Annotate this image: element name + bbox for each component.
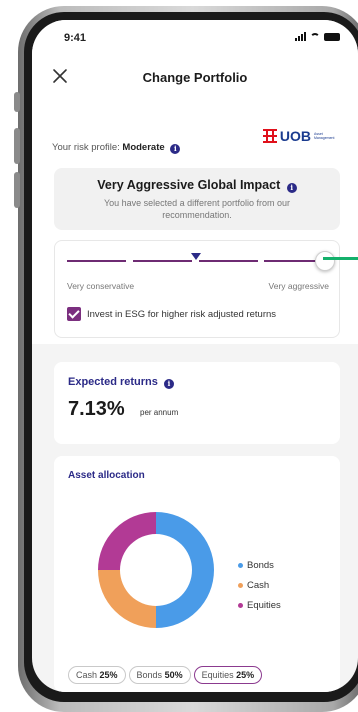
recommended-marker-icon — [191, 253, 201, 260]
risk-profile-label: Your risk profile: — [52, 142, 120, 153]
page-title: Change Portfolio — [142, 70, 248, 85]
esg-option-label: Invest in ESG for higher risk adjusted r… — [87, 308, 277, 320]
annotation-connector — [323, 257, 358, 260]
selected-portfolio-card: Very Aggressive Global Impact i You have… — [54, 168, 340, 230]
expected-returns-value: 7.13% — [68, 398, 125, 420]
donut-slice-bonds — [156, 512, 214, 628]
side-button — [14, 128, 20, 164]
legend-item-cash: Cash — [238, 580, 281, 591]
status-icons — [295, 32, 340, 41]
pill-label: Bonds — [136, 670, 165, 680]
allocation-pill-cash[interactable]: Cash 25% — [68, 666, 126, 684]
allocation-pills: Cash 25% Bonds 50% Equities 25% — [68, 666, 263, 684]
pill-label: Equities — [201, 670, 237, 680]
chart-legend: Bonds Cash Equities — [238, 560, 281, 620]
legend-label: Equities — [247, 600, 281, 611]
status-time: 9:41 — [64, 32, 87, 44]
slider-segment — [198, 260, 258, 262]
portfolio-name: Very Aggressive Global Impact i — [54, 178, 340, 193]
legend-dot-icon — [238, 603, 243, 608]
battery-icon — [324, 32, 340, 41]
legend-label: Bonds — [247, 560, 274, 571]
info-icon[interactable]: i — [170, 144, 181, 154]
uob-logo-icon — [262, 129, 277, 143]
legend-item-bonds: Bonds — [238, 560, 281, 571]
wifi-icon — [310, 32, 320, 41]
brand-logo: UOB Asset Management — [262, 128, 336, 144]
expected-returns-title-text: Expected returns — [68, 376, 158, 388]
portfolio-name-text: Very Aggressive Global Impact — [97, 178, 281, 192]
asset-allocation-card: Asset allocation Bonds Cash Equities Cash … — [54, 456, 340, 692]
slider-segment — [67, 260, 127, 262]
risk-slider[interactable] — [67, 251, 335, 271]
esg-option[interactable]: Invest in ESG for higher risk adjusted r… — [67, 307, 276, 321]
allocation-donut-chart — [98, 512, 214, 628]
legend-label: Cash — [247, 580, 270, 591]
side-button — [14, 92, 20, 112]
info-icon[interactable]: i — [163, 379, 174, 389]
brand-subtitle: Asset Management — [314, 132, 335, 140]
risk-profile-value: Moderate — [122, 142, 165, 153]
status-bar: 9:41 — [32, 20, 358, 56]
page-header: Change Portfolio — [32, 56, 358, 100]
side-button — [14, 172, 20, 208]
pill-value: 50% — [164, 670, 183, 680]
info-icon[interactable]: i — [286, 183, 297, 193]
slider-segment — [132, 260, 193, 262]
pill-value: 25% — [236, 670, 255, 680]
expected-returns-unit: per annum — [140, 408, 179, 417]
allocation-pill-equities[interactable]: Equities 25% — [193, 666, 263, 684]
expected-returns-title: Expected returns i — [68, 376, 174, 389]
risk-profile: Your risk profile: Moderate i — [52, 142, 181, 154]
pill-value: 25% — [99, 670, 118, 680]
risk-slider-card: Very conservative Very aggressive Invest… — [54, 240, 340, 338]
portfolio-section: Your risk profile: Moderate i UOB Asset … — [32, 100, 358, 344]
legend-dot-icon — [238, 583, 243, 588]
brand-name: UOB — [279, 128, 311, 144]
portfolio-note: You have selected a different portfolio … — [103, 198, 291, 220]
slider-min-label: Very conservative — [67, 281, 135, 291]
asset-allocation-title: Asset allocation — [68, 470, 145, 479]
allocation-pill-bonds[interactable]: Bonds 50% — [128, 666, 191, 684]
esg-checkbox[interactable] — [67, 307, 81, 321]
signal-icon — [295, 32, 306, 41]
donut-slice-cash — [98, 570, 156, 628]
slider-max-label: Very aggressive — [268, 281, 329, 291]
legend-dot-icon — [238, 563, 243, 568]
legend-item-equities: Equities — [238, 600, 281, 611]
donut-slice-equities — [98, 512, 156, 570]
pill-label: Cash — [76, 670, 100, 680]
slider-handle[interactable] — [315, 251, 335, 271]
expected-returns-card: Expected returns i 7.13% per annum — [54, 362, 340, 444]
app-screen: 9:41 Change Portfolio Your risk profile:… — [32, 20, 358, 692]
